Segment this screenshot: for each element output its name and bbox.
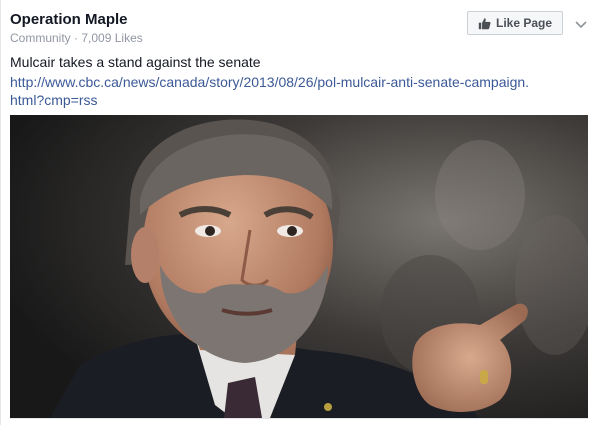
portrait-image: [10, 115, 588, 418]
chevron-down-icon[interactable]: [575, 17, 587, 29]
meta-separator: ·: [74, 31, 79, 45]
divider: [10, 418, 588, 419]
post-link[interactable]: http://www.cbc.ca/news/canada/story/2013…: [10, 73, 530, 109]
post-message: Mulcair takes a stand against the senate: [10, 54, 261, 70]
like-page-button[interactable]: Like Page: [467, 11, 563, 35]
like-page-label: Like Page: [495, 16, 553, 30]
page-meta: Community · 7,009 Likes: [10, 31, 143, 45]
page-name-link[interactable]: Operation Maple: [10, 11, 128, 28]
post-card: Operation Maple Community · 7,009 Likes …: [0, 0, 592, 425]
post-photo[interactable]: [10, 115, 588, 418]
page-likes-count: 7,009 Likes: [81, 31, 143, 45]
thumbs-up-icon: [478, 17, 491, 30]
page-category: Community: [10, 31, 71, 45]
